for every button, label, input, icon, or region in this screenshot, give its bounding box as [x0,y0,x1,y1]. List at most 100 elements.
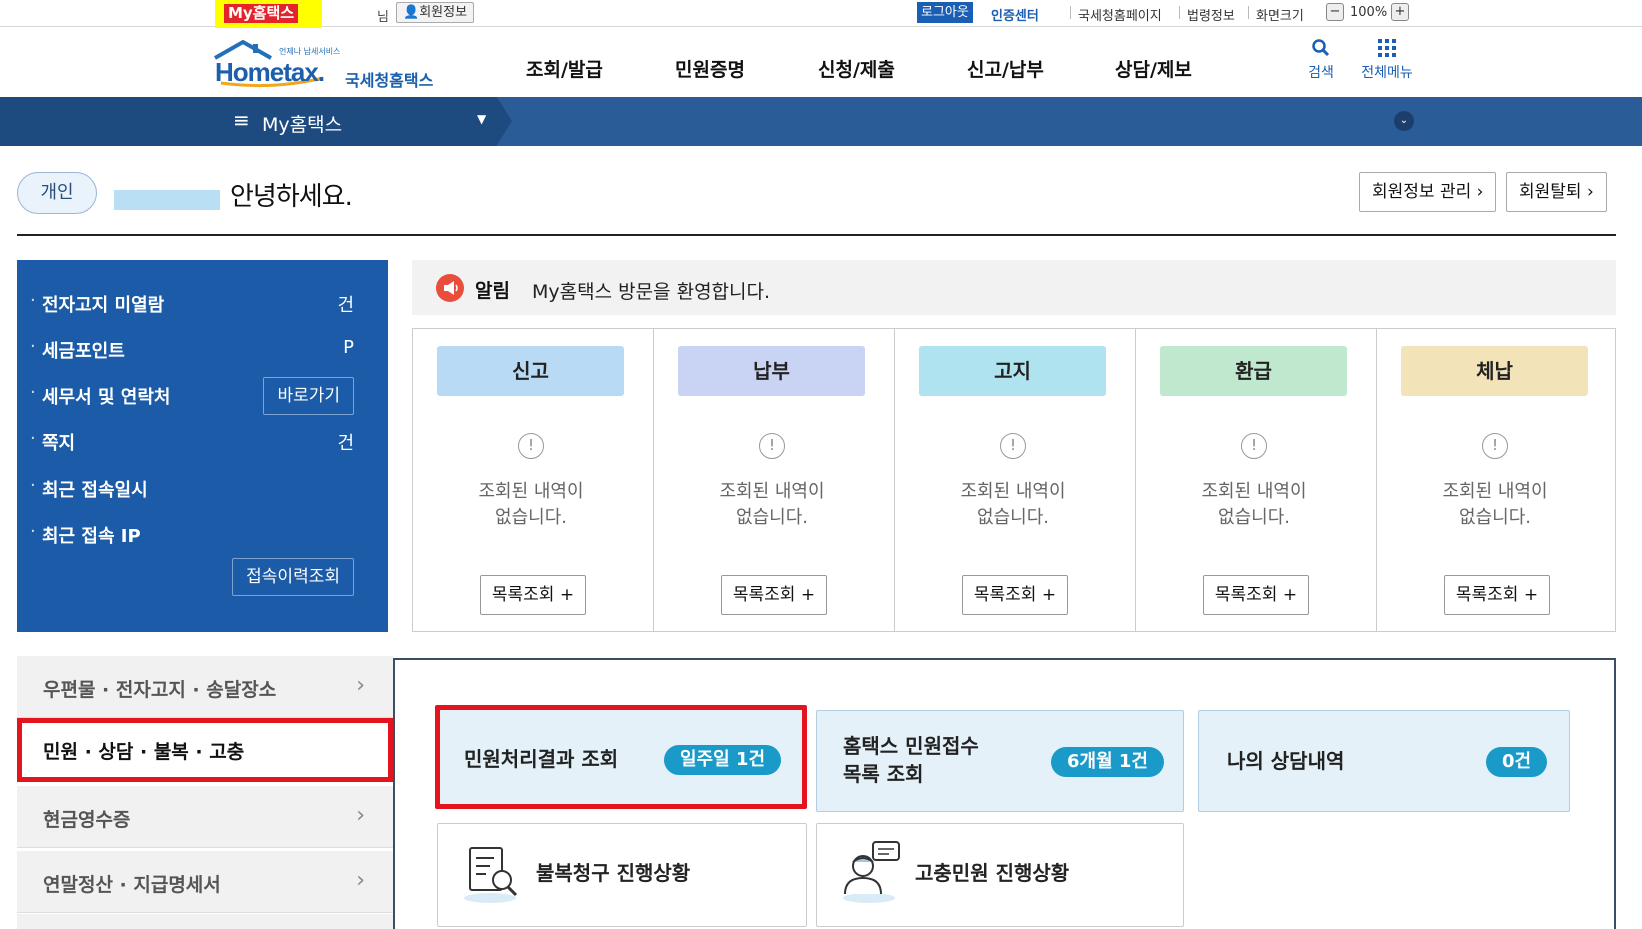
document-search-icon [464,847,518,903]
mytax-tag-label[interactable]: My홈택스 [224,4,299,23]
zoom-out-button[interactable]: − [1326,3,1344,21]
my-consult-tile[interactable]: 나의 상담내역 0건 [1198,710,1570,812]
my-consult-badge: 0건 [1486,747,1548,777]
exclamation-icon: ! [1000,433,1026,459]
user-suffix: 님 [377,10,389,25]
hometax-civil-badge: 6개월 1건 [1051,747,1164,777]
tax-status-grid: 신고 ! 조회된 내역이 없습니다. 목록조회 + 납부 ! 조회된 내역이 없습니… [412,328,1616,632]
my-consult-label: 나의 상담내역 [1227,749,1345,773]
member-manage-button[interactable]: 회원정보 관리 › [1359,172,1497,212]
logout-button[interactable]: 로그아웃 [917,2,973,23]
empty-message: 조회된 내역이 없습니다. [960,481,1066,528]
divider [1248,6,1249,19]
person-icon: 👤 [403,5,420,20]
logo-subtitle: 국세청홈택스 [345,71,434,90]
list-view-button[interactable]: 목록조회 + [480,575,586,615]
megaphone-icon [436,274,464,302]
list-view-button[interactable]: 목록조회 + [1203,575,1309,615]
empty-message: 조회된 내역이 없습니다. [1201,481,1307,528]
grid-menu-icon [1378,39,1396,57]
nts-homepage-link[interactable]: 국세청홈페이지 [1078,5,1162,24]
location-bar: ≡ My홈택스 ▼ ⌄ [0,97,1642,146]
account-info-panel: 전자고지 미열람 건 세금포인트 P 세무서 및 연락처 바로가기 쪽지 건 최… [17,260,388,632]
status-column-payment: 납부 ! 조회된 내역이 없습니다. 목록조회 + [654,329,895,631]
exclamation-icon: ! [759,433,785,459]
zoom-value: 100% [1350,5,1388,20]
greeting-text: 안녕하세요. [230,182,353,212]
tax-office-goto-button[interactable]: 바로가기 [263,377,354,415]
status-head-refund: 환급 [1160,346,1347,396]
hometax-civil-label-2: 목록 조회 [843,762,924,786]
nav-consult-report[interactable]: 상담/제보 [1115,55,1192,82]
list-view-button[interactable]: 목록조회 + [1444,575,1550,615]
hamburger-icon: ≡ [233,108,250,132]
screen-size-label: 화면크기 [1256,9,1304,24]
list-view-button[interactable]: 목록조회 + [962,575,1068,615]
nav-report-pay[interactable]: 신고/납부 [967,55,1044,82]
law-info-link[interactable]: 법령정보 [1187,5,1235,24]
status-head-report: 신고 [437,346,624,396]
cert-center-link[interactable]: 인증센터 [991,5,1039,24]
member-info-button[interactable]: 👤회원정보 [396,2,475,23]
tax-point-label: 세금포인트 [30,336,125,363]
all-menu-button[interactable]: 전체메뉴 [1355,38,1419,82]
empty-message: 조회된 내역이 없습니다. [478,481,584,528]
empty-message: 조회된 내역이 없습니다. [1442,481,1548,528]
chevron-right-icon: › [356,673,365,698]
divider [1070,6,1071,19]
logo-wordmark: Hometax. [215,57,325,87]
side-menu-label: 민원 · 상담 · 불복 · 고충 [43,741,245,763]
side-menu-mail-notice[interactable]: 우편물 · 전자고지 · 송달장소 › [17,656,393,718]
person-chat-icon [843,841,900,903]
search-button[interactable]: 검색 [1303,38,1339,82]
alert-message: My홈택스 방문을 환영합니다. [532,281,771,303]
mytax-menu-dropdown[interactable]: ≡ My홈택스 ▼ [215,97,512,146]
site-header: 언제나 납세서비스 Hometax. 국세청홈택스 조회/발급 민원증명 신청/… [0,28,1642,97]
status-head-payment: 납부 [678,346,865,396]
nav-apply-submit[interactable]: 신청/제출 [818,55,895,82]
side-menu-cash-receipt[interactable]: 현금영수증 › [17,786,393,848]
side-menu-year-end[interactable]: 연말정산 · 지급명세서 › [17,851,393,913]
status-column-notice: 고지 ! 조회된 내역이 없습니다. 목록조회 + [895,329,1136,631]
access-history-button[interactable]: 접속이력조회 [232,558,354,596]
logo-tagline: 언제나 납세서비스 [279,47,341,56]
tax-office-label: 세무서 및 연락처 [30,382,170,409]
message-label: 쪽지 [30,428,75,455]
list-view-button[interactable]: 목록조회 + [721,575,827,615]
civil-result-badge: 일주일 1건 [664,745,782,775]
withdraw-label: 회원탈퇴 [1519,182,1582,202]
status-column-arrears: 체납 ! 조회된 내역이 없습니다. 목록조회 + [1377,329,1618,631]
zoom-in-button[interactable]: + [1391,3,1409,21]
status-column-report: 신고 ! 조회된 내역이 없습니다. 목록조회 + [413,329,654,631]
grievance-status-tile[interactable]: 고충민원 진행상황 [816,823,1184,927]
hometax-civil-list-tile[interactable]: 홈택스 민원접수 목록 조회 6개월 1건 [816,710,1184,812]
message-value: 건 [337,433,354,454]
location-bar-left [0,97,215,146]
search-icon [1312,39,1330,57]
hometax-logo[interactable]: 언제나 납세서비스 Hometax. 국세청홈택스 [213,38,453,90]
nav-inquiry-issue[interactable]: 조회/발급 [526,55,603,82]
side-menu-label: 우편물 · 전자고지 · 송달장소 [43,679,277,701]
chevron-right-icon: › [356,803,365,828]
last-login-label: 최근 접속일시 [30,475,148,502]
chevron-down-icon[interactable]: ⌄ [1394,111,1414,131]
civil-result-tile[interactable]: 민원처리결과 조회 일주일 1건 [435,705,807,809]
divider [17,234,1616,236]
withdraw-button[interactable]: 회원탈퇴 › [1506,172,1607,212]
alert-label: 알림 [475,280,510,302]
status-head-arrears: 체납 [1401,346,1588,396]
last-ip-label: 최근 접속 IP [30,521,141,548]
caret-down-icon: ▼ [477,112,487,126]
appeal-status-tile[interactable]: 불복청구 진행상황 [437,823,807,927]
personal-badge: 개인 [17,172,97,214]
chevron-right-icon: › [1476,182,1484,202]
nav-civil-cert[interactable]: 민원증명 [675,55,745,82]
empty-message: 조회된 내역이 없습니다. [719,481,825,528]
civil-result-label: 민원처리결과 조회 [464,747,619,771]
unread-notice-label: 전자고지 미열람 [30,290,164,317]
unread-notice-value: 건 [337,295,354,316]
alert-bar: 알림 My홈택스 방문을 환영합니다. [412,260,1616,315]
search-label: 검색 [1308,65,1334,81]
breadcrumb-arrow [497,97,512,145]
side-menu-civil-consult[interactable]: 민원 · 상담 · 불복 · 고충 [17,718,393,782]
